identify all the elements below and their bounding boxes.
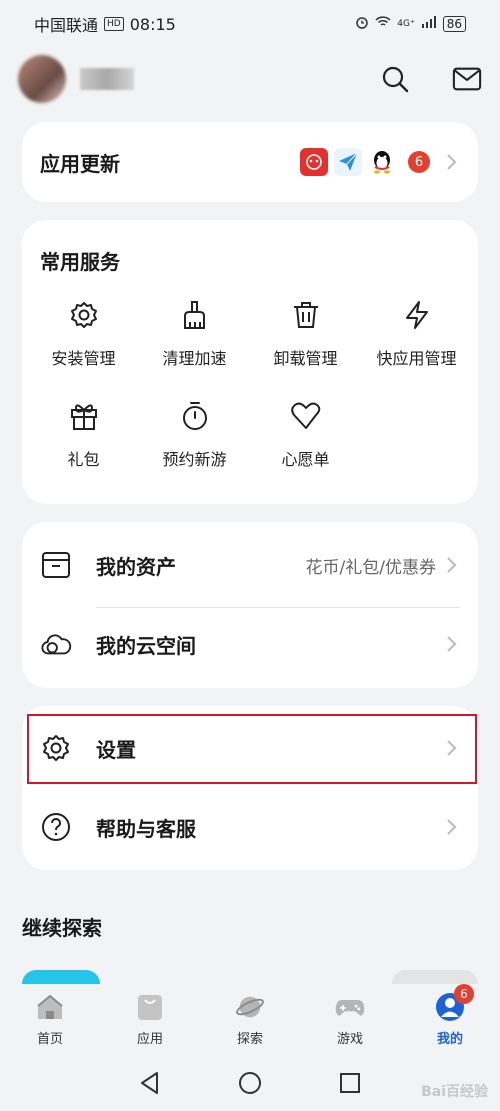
trash-icon [290, 299, 322, 331]
service-label: 安装管理 [51, 349, 116, 368]
help-row[interactable]: 帮助与客服 [22, 790, 478, 864]
my-cloud-row[interactable]: 我的云空间 [22, 608, 478, 680]
app-updates-row[interactable]: 应用更新 6 [22, 122, 478, 202]
header-actions [380, 64, 482, 94]
bolt-icon [401, 299, 433, 331]
status-bar: 中国联通 HD 08:15 4G⁺ 86 [0, 0, 500, 48]
service-label: 卸载管理 [273, 349, 338, 368]
help-icon [40, 811, 72, 843]
gamepad-icon [335, 992, 365, 1022]
service-wishlist[interactable]: 心愿单 [250, 388, 361, 489]
home-nav-icon[interactable] [236, 1069, 264, 1097]
chevron-right-icon [447, 557, 457, 573]
explore-card-peek[interactable] [22, 970, 100, 984]
services-title: 常用服务 [40, 250, 120, 274]
settings-row[interactable]: 设置 [22, 706, 478, 790]
tab-label: 探索 [236, 1032, 263, 1047]
mail-icon[interactable] [452, 64, 482, 94]
alarm-icon [355, 15, 369, 33]
explore-title: 继续探索 [22, 916, 102, 940]
service-install-manage[interactable]: 安装管理 [28, 287, 139, 388]
tab-games[interactable]: 游戏 [300, 984, 400, 1054]
signal-icon [421, 16, 437, 32]
app-thumb-pinduoduo-icon [300, 148, 328, 176]
service-gift[interactable]: 礼包 [28, 388, 139, 489]
app-updates-badge: 6 [408, 151, 430, 173]
broom-icon [179, 299, 211, 331]
wifi-icon [375, 16, 391, 32]
my-assets-row[interactable]: 我的资产 花币/礼包/优惠券 [22, 522, 478, 608]
tab-label: 我的 [436, 1032, 463, 1047]
network-type: 4G⁺ [397, 19, 415, 29]
service-label: 清理加速 [162, 349, 227, 368]
tab-mine[interactable]: 6 我的 [400, 984, 500, 1054]
tab-label: 应用 [136, 1032, 163, 1047]
chevron-right-icon [447, 636, 457, 652]
profile-header [18, 48, 482, 110]
my-assets-sub: 花币/礼包/优惠券 [305, 557, 436, 578]
carrier-label: 中国联通 [34, 16, 99, 35]
service-label: 礼包 [67, 450, 100, 469]
app-thumb-qq-icon [368, 148, 396, 176]
recents-icon[interactable] [336, 1069, 364, 1097]
chevron-right-icon [447, 740, 457, 756]
app-updates-card[interactable]: 应用更新 6 [22, 122, 478, 202]
tab-label: 游戏 [336, 1032, 363, 1047]
tab-mine-badge: 6 [454, 984, 474, 1004]
service-label: 预约新游 [162, 450, 227, 469]
bottom-tab-bar: 首页 应用 探索 游戏 6 我的 [0, 984, 500, 1054]
my-assets-label: 我的资产 [96, 554, 176, 579]
stopwatch-icon [179, 400, 211, 432]
search-icon[interactable] [380, 64, 410, 94]
back-icon[interactable] [136, 1069, 164, 1097]
tab-apps[interactable]: 应用 [100, 984, 200, 1054]
cloud-icon [40, 628, 72, 660]
username-blurred[interactable] [80, 68, 134, 90]
watermark-logo: Bai百经验 [421, 1084, 488, 1100]
services-grid: 安装管理 清理加速 卸载管理 快应用管理 礼包 预约新游 心愿单 [22, 287, 478, 489]
clock: 08:15 [129, 14, 176, 34]
app-thumb-paper-plane-icon [334, 148, 362, 176]
heart-icon [290, 400, 322, 432]
chevron-right-icon [447, 819, 457, 835]
service-clean-speedup[interactable]: 清理加速 [139, 287, 250, 388]
service-label: 心愿单 [281, 450, 330, 469]
avatar[interactable] [18, 55, 66, 103]
settings-card: 设置 帮助与客服 [22, 706, 478, 870]
home-icon [35, 992, 65, 1022]
settings-label: 设置 [96, 737, 136, 762]
gear-icon [68, 299, 100, 331]
assets-card: 我的资产 花币/礼包/优惠券 我的云空间 [22, 522, 478, 688]
gift-icon [68, 400, 100, 432]
my-cloud-label: 我的云空间 [96, 633, 196, 658]
app-updates-label: 应用更新 [40, 151, 120, 176]
services-card: 常用服务 安装管理 清理加速 卸载管理 快应用管理 礼包 预约新游 心愿单 [22, 220, 478, 504]
service-uninstall-manage[interactable]: 卸载管理 [250, 287, 361, 388]
status-right: 4G⁺ 86 [355, 15, 466, 33]
box-icon [40, 549, 72, 581]
help-label: 帮助与客服 [96, 816, 196, 841]
service-reserve-game[interactable]: 预约新游 [139, 388, 250, 489]
tab-home[interactable]: 首页 [0, 984, 100, 1054]
status-left: 中国联通 HD 08:15 [34, 12, 176, 36]
battery-indicator: 86 [442, 16, 466, 32]
tab-label: 首页 [36, 1032, 63, 1047]
app-updates-right: 6 [300, 148, 458, 176]
service-quick-app-manage[interactable]: 快应用管理 [361, 287, 472, 388]
hd-badge: HD [104, 17, 124, 31]
planet-icon [235, 992, 265, 1022]
explore-card-peek[interactable] [392, 970, 478, 984]
bag-icon [135, 992, 165, 1022]
tab-explore[interactable]: 探索 [200, 984, 300, 1054]
service-label: 快应用管理 [376, 349, 457, 368]
my-assets-right: 花币/礼包/优惠券 [306, 553, 458, 578]
chevron-right-icon [447, 154, 457, 170]
gear-icon [40, 732, 72, 764]
